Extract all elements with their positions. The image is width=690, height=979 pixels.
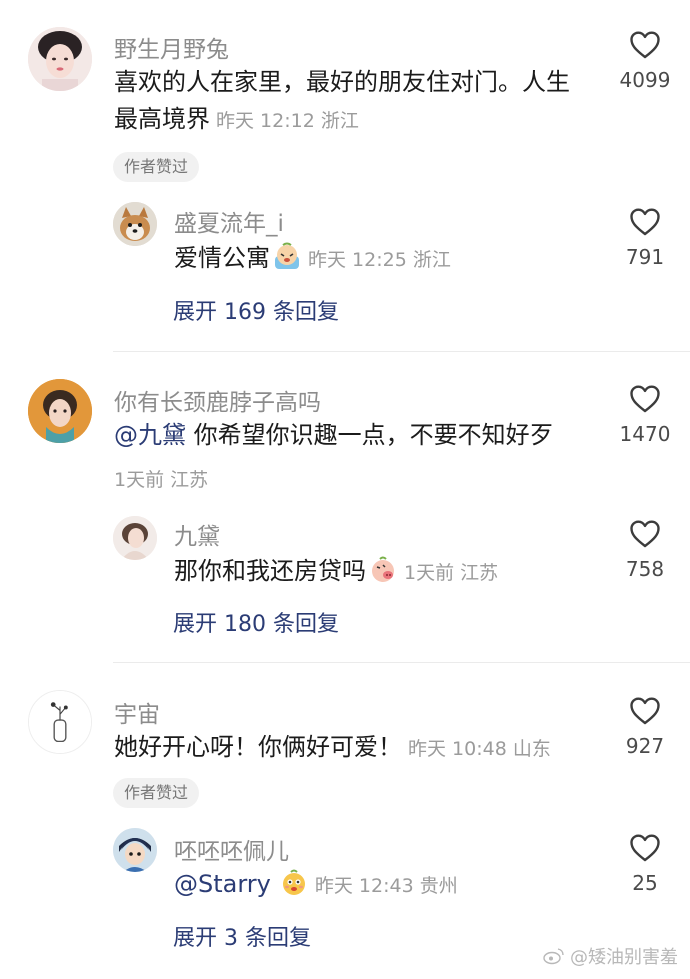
username[interactable]: 野生月野兔 xyxy=(114,30,229,64)
author-liked-badge: 作者赞过 xyxy=(113,152,200,182)
comment-meta: 昨天 12:25 浙江 xyxy=(308,249,451,271)
expand-replies-link[interactable]: 展开 180 条回复 xyxy=(173,606,339,638)
comment-text-body: 她好开心呀！你俩好可爱！ xyxy=(114,733,402,761)
comment-meta: 昨天 12:12 浙江 xyxy=(216,110,359,132)
expand-replies-link[interactable]: 展开 169 条回复 xyxy=(173,294,339,326)
like-button[interactable]: 791 xyxy=(600,207,690,269)
like-button[interactable]: 4099 xyxy=(600,30,690,92)
like-count: 1470 xyxy=(619,422,671,446)
mention-link[interactable]: @九黛 xyxy=(114,421,186,449)
username[interactable]: 宇宙 xyxy=(114,695,160,729)
like-button[interactable]: 25 xyxy=(600,833,690,895)
watermark-text: @矮油别害羞 xyxy=(570,947,678,968)
heart-outline-icon[interactable] xyxy=(629,207,661,237)
pig-face-emoji-icon xyxy=(372,556,394,582)
comment-text-body: 爱情公寓 xyxy=(174,244,270,272)
avatar[interactable] xyxy=(113,202,157,246)
avatar[interactable] xyxy=(28,690,92,754)
comment-text: 那你和我还房贷吗 1天前 江苏 xyxy=(174,553,498,592)
avatar[interactable] xyxy=(28,27,92,91)
heart-outline-icon[interactable] xyxy=(629,384,661,414)
smiling-face-emoji-icon xyxy=(282,869,305,895)
heart-outline-icon[interactable] xyxy=(629,519,661,549)
like-count: 25 xyxy=(632,871,658,895)
weibo-logo-icon xyxy=(543,948,564,965)
username[interactable]: 九黛 xyxy=(174,517,220,551)
comment-text-line: 喜欢的人在家里，最好的朋友住对门。人生 xyxy=(114,68,570,96)
comment-text: 喜欢的人在家里，最好的朋友住对门。人生 最高境界 昨天 12:12 浙江 xyxy=(114,64,604,140)
mention-link[interactable]: @Starry xyxy=(174,870,271,898)
like-count: 758 xyxy=(625,557,665,581)
crying-face-emoji-icon xyxy=(275,242,299,269)
username[interactable]: 你有长颈鹿脖子高吗 xyxy=(114,383,321,417)
username[interactable]: 呸呸呸佩儿 xyxy=(174,832,289,866)
comment-text: @九黛 你希望你识趣一点，不要不知好歹 xyxy=(114,417,604,454)
comment-meta: 昨天 12:43 贵州 xyxy=(314,875,458,897)
heart-outline-icon[interactable] xyxy=(629,696,661,726)
comment-text-body: 那你和我还房贷吗 xyxy=(174,557,366,585)
avatar[interactable] xyxy=(113,516,157,560)
like-count: 791 xyxy=(625,245,665,269)
comment-meta: 昨天 10:48 山东 xyxy=(408,738,551,760)
comment-text: 爱情公寓 昨天 12:25 浙江 xyxy=(174,240,451,279)
divider xyxy=(113,662,690,663)
like-button[interactable]: 927 xyxy=(600,696,690,758)
heart-outline-icon[interactable] xyxy=(629,30,661,60)
like-button[interactable]: 758 xyxy=(600,519,690,581)
watermark: @矮油别害羞 xyxy=(543,943,678,969)
avatar[interactable] xyxy=(28,379,92,443)
like-count: 927 xyxy=(625,734,665,758)
comment-text-body: 你希望你识趣一点，不要不知好歹 xyxy=(193,421,554,449)
like-count: 4099 xyxy=(619,68,671,92)
author-liked-badge: 作者赞过 xyxy=(113,778,200,808)
comment-text: 她好开心呀！你俩好可爱！ 昨天 10:48 山东 xyxy=(114,729,604,768)
username[interactable]: 盛夏流年_i xyxy=(174,204,284,238)
heart-outline-icon[interactable] xyxy=(629,833,661,863)
expand-replies-link[interactable]: 展开 3 条回复 xyxy=(173,920,311,952)
comment-text: @Starry 昨天 12:43 贵州 xyxy=(174,866,458,905)
like-button[interactable]: 1470 xyxy=(600,384,690,446)
comment-meta: 1天前 江苏 xyxy=(114,469,209,491)
comment-meta: 1天前 江苏 xyxy=(404,562,499,584)
comment-text-line: 最高境界 xyxy=(114,105,210,133)
divider xyxy=(113,351,690,352)
avatar[interactable] xyxy=(113,828,157,872)
